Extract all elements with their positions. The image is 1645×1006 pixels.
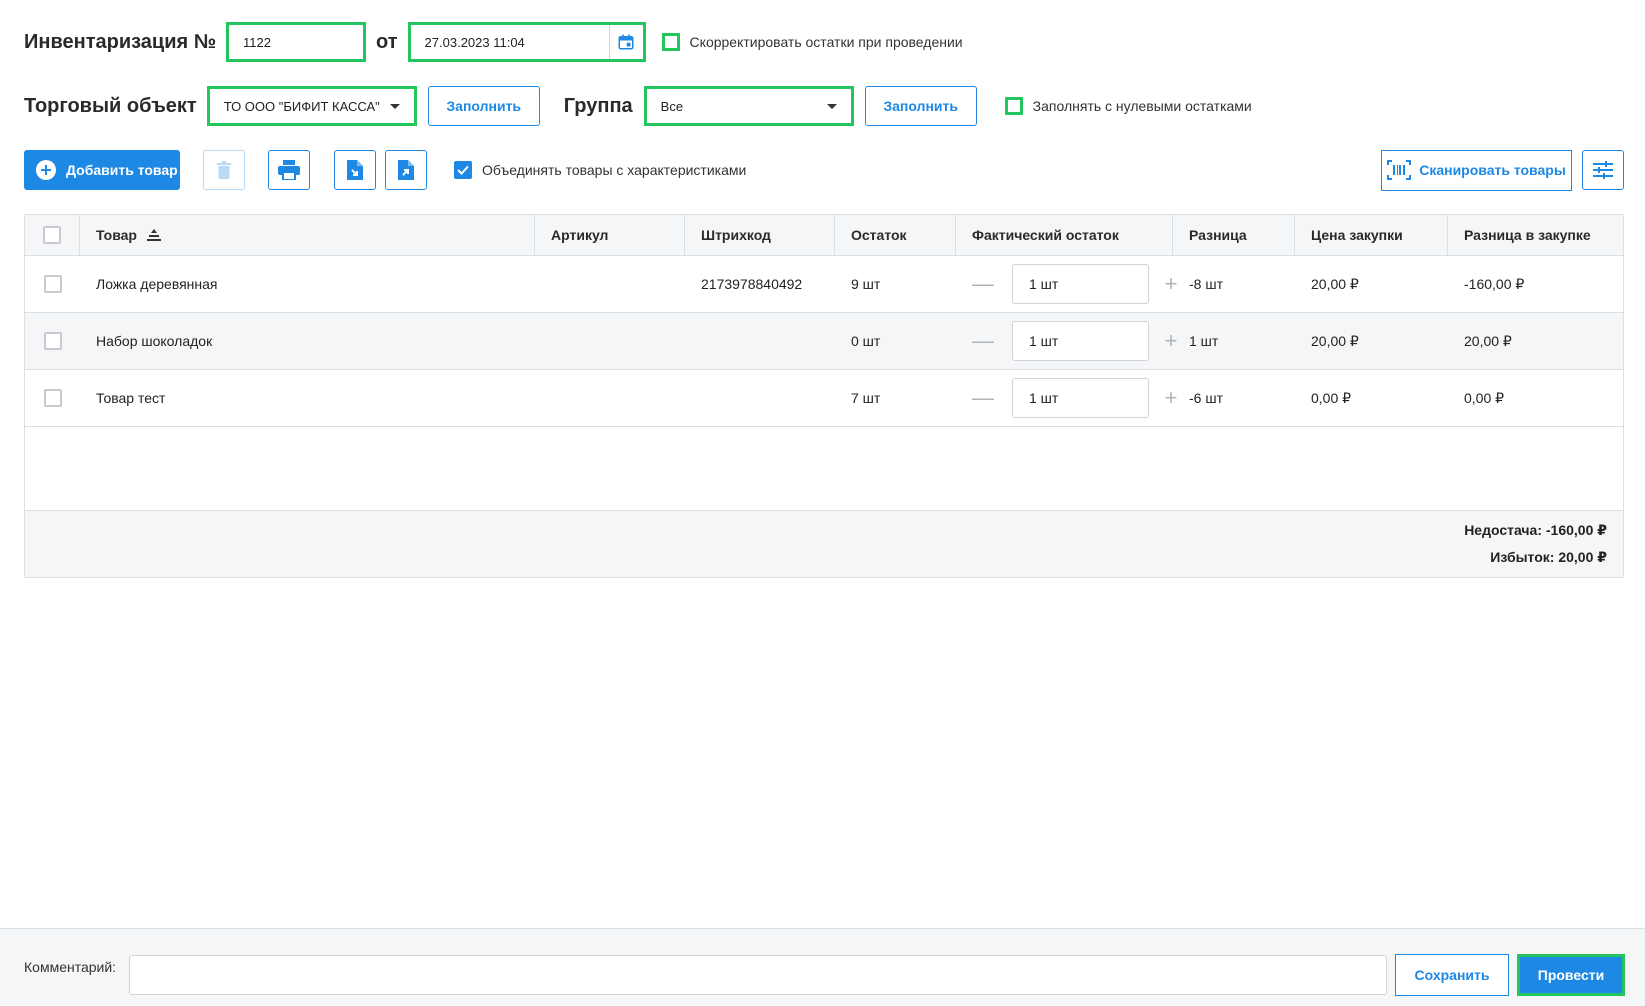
table-row[interactable]: Ложка деревянная 2173978840492 9 шт — 1 …	[25, 256, 1623, 313]
row-checkbox[interactable]	[43, 332, 62, 350]
minus-icon[interactable]: —	[972, 328, 994, 354]
save-button[interactable]: Сохранить	[1395, 954, 1509, 996]
export-button[interactable]	[385, 150, 427, 190]
footer-bar: Комментарий: Сохранить Провести	[0, 928, 1645, 1006]
date-value: 27.03.2023 11:04	[424, 34, 525, 50]
table-empty-area	[25, 427, 1623, 511]
product-price: 20,00 ₽	[1311, 332, 1359, 349]
product-name: Ложка деревянная	[96, 276, 218, 292]
minus-icon[interactable]: —	[972, 385, 994, 411]
product-price: 20,00 ₽	[1311, 275, 1359, 292]
comment-label: Комментарий:	[24, 959, 117, 975]
store-select[interactable]: ТО ООО "БИФИТ КАССА"	[206, 86, 417, 126]
product-rest: 0 шт	[851, 333, 881, 349]
sliders-icon	[1593, 161, 1613, 179]
inventory-title: Инвентаризация №	[24, 30, 217, 53]
group-select[interactable]: Все	[643, 86, 854, 126]
column-header-barcode[interactable]: Штрихкод	[685, 215, 835, 255]
column-header-article[interactable]: Артикул	[535, 215, 685, 255]
inventory-header-row: Инвентаризация № 1122 от 27.03.2023 11:0…	[24, 22, 963, 62]
inventory-number-input[interactable]: 1122	[226, 22, 367, 62]
product-name: Набор шоколадок	[96, 333, 213, 349]
settings-button[interactable]	[1582, 150, 1624, 190]
filters-row: Торговый объект ТО ООО "БИФИТ КАССА" Зап…	[24, 86, 1252, 126]
product-rest: 9 шт	[851, 276, 881, 292]
store-value: ТО ООО "БИФИТ КАССА"	[223, 98, 380, 114]
product-article	[535, 370, 685, 426]
comment-input[interactable]	[129, 955, 1387, 995]
quantity-stepper: — 1 шт +	[956, 256, 1177, 312]
zero-stock-checkbox[interactable]	[1004, 97, 1023, 115]
scan-products-label: Сканировать товары	[1419, 162, 1566, 178]
table-header: Товар Артикул Штрихкод Остаток Фактическ…	[25, 215, 1623, 256]
chevron-down-icon	[389, 103, 400, 109]
row-checkbox[interactable]	[43, 389, 62, 407]
column-header-price[interactable]: Цена закупки	[1295, 215, 1448, 255]
from-label: от	[376, 30, 398, 53]
fill-group-button[interactable]: Заполнить	[864, 86, 977, 126]
scan-products-button[interactable]: Сканировать товары	[1381, 149, 1572, 191]
product-price-diff: 0,00 ₽	[1464, 389, 1505, 406]
product-barcode	[685, 313, 835, 369]
add-product-label: Добавить товар	[66, 162, 178, 178]
adjust-label: Скорректировать остатки при проведении	[689, 34, 963, 50]
plus-circle-icon	[36, 160, 56, 180]
product-article	[535, 313, 685, 369]
post-button[interactable]: Провести	[1517, 954, 1625, 996]
product-article	[535, 256, 685, 312]
quantity-input[interactable]: 1 шт	[1012, 264, 1149, 304]
product-name: Товар тест	[96, 390, 166, 406]
import-button[interactable]	[334, 150, 376, 190]
toolbar: Добавить товар Объединять товары с харак…	[24, 149, 1624, 191]
group-value: Все	[660, 98, 684, 114]
select-all-checkbox[interactable]	[43, 226, 61, 244]
column-header-fact[interactable]: Фактический остаток	[956, 215, 1173, 255]
quantity-stepper: — 1 шт +	[956, 313, 1177, 369]
print-button[interactable]	[268, 150, 310, 190]
table-row[interactable]: Набор шоколадок 0 шт — 1 шт + 1 шт 20,00…	[25, 313, 1623, 370]
shortage-total: Недостача: -160,00 ₽	[1464, 522, 1607, 538]
column-header-diff[interactable]: Разница	[1173, 215, 1295, 255]
product-price-diff: -160,00 ₽	[1464, 275, 1525, 292]
file-import-icon	[347, 160, 363, 180]
table-totals: Недостача: -160,00 ₽ Избыток: 20,00 ₽	[25, 511, 1623, 577]
date-input[interactable]: 27.03.2023 11:04	[407, 22, 646, 62]
column-header-rest[interactable]: Остаток	[835, 215, 956, 255]
barcode-icon	[1387, 160, 1412, 180]
quantity-input[interactable]: 1 шт	[1012, 321, 1149, 361]
product-diff: -6 шт	[1189, 390, 1223, 406]
column-header-price-diff[interactable]: Разница в закупке	[1448, 215, 1623, 255]
quantity-stepper: — 1 шт +	[956, 370, 1177, 426]
products-table: Товар Артикул Штрихкод Остаток Фактическ…	[24, 214, 1624, 578]
fill-button[interactable]: Заполнить	[427, 86, 540, 126]
file-export-icon	[398, 160, 414, 180]
product-barcode: 2173978840492	[701, 276, 803, 292]
merge-label: Объединять товары с характеристиками	[482, 162, 747, 178]
product-rest: 7 шт	[851, 390, 881, 406]
store-label: Торговый объект	[24, 94, 197, 117]
add-product-button[interactable]: Добавить товар	[24, 150, 180, 190]
table-row[interactable]: Товар тест 7 шт — 1 шт + -6 шт 0,00 ₽ 0,…	[25, 370, 1623, 427]
row-checkbox[interactable]	[43, 275, 62, 293]
select-all-cell	[25, 215, 80, 255]
product-price-diff: 20,00 ₽	[1464, 332, 1512, 349]
merge-checkbox[interactable]	[454, 161, 472, 179]
product-diff: 1 шт	[1189, 333, 1219, 349]
minus-icon[interactable]: —	[972, 271, 994, 297]
trash-icon	[217, 161, 231, 179]
product-barcode	[685, 370, 835, 426]
column-header-name[interactable]: Товар	[80, 215, 535, 255]
delete-button[interactable]	[203, 150, 245, 190]
quantity-input[interactable]: 1 шт	[1012, 378, 1149, 418]
group-label: Группа	[563, 94, 633, 117]
zero-stock-label: Заполнять с нулевыми остатками	[1032, 98, 1252, 114]
calendar-icon[interactable]	[608, 25, 643, 59]
sort-icon[interactable]	[146, 229, 161, 241]
adjust-checkbox[interactable]	[661, 33, 680, 51]
surplus-total: Избыток: 20,00 ₽	[1490, 549, 1607, 565]
printer-icon	[278, 160, 300, 180]
chevron-down-icon	[826, 103, 837, 109]
product-price: 0,00 ₽	[1311, 389, 1352, 406]
product-diff: -8 шт	[1189, 276, 1223, 292]
